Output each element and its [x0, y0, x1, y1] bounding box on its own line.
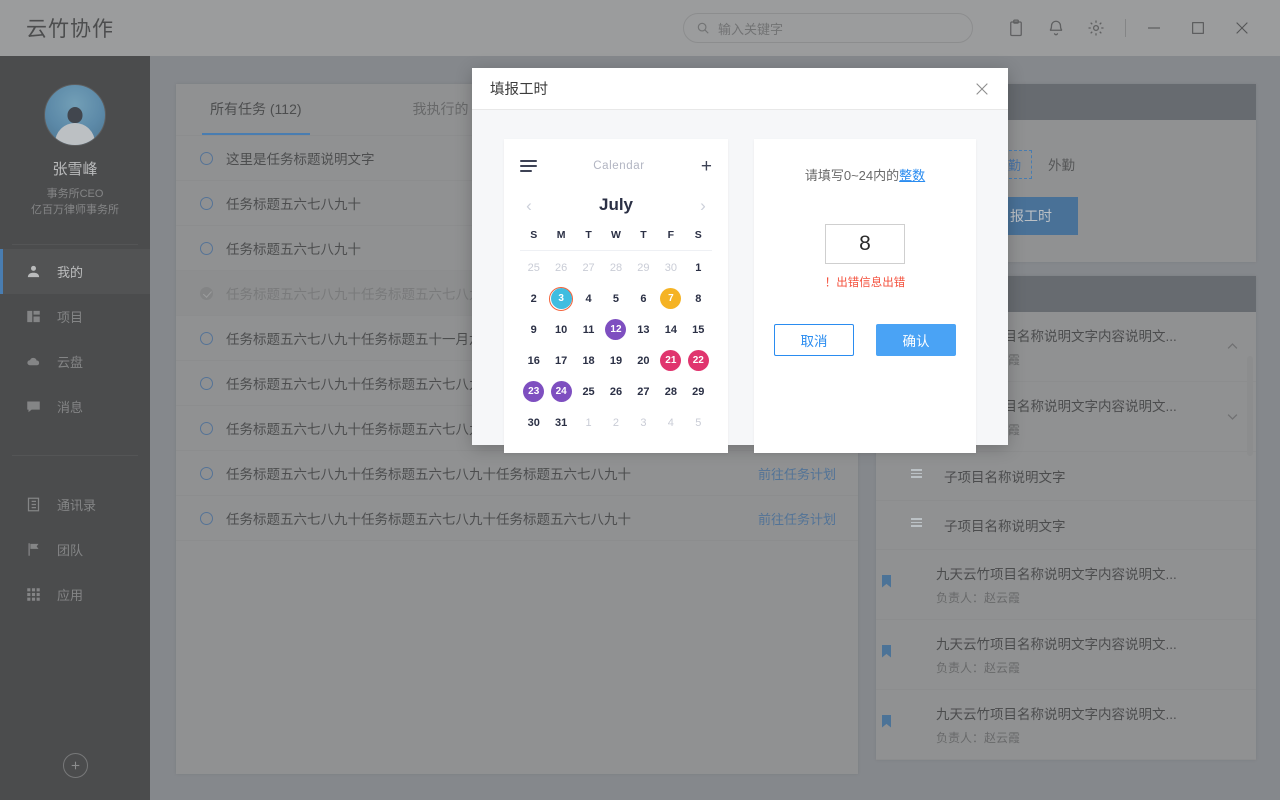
modal-header: 填报工时 — [472, 68, 1008, 110]
calendar-day-marker: 7 — [660, 288, 682, 309]
calendar-app-label: Calendar — [593, 160, 645, 172]
calendar-dow: F — [657, 229, 685, 251]
calendar-day[interactable]: 20 — [630, 346, 657, 375]
calendar-day[interactable]: 30 — [657, 253, 684, 282]
plus-icon[interactable]: + — [701, 157, 712, 176]
calendar-day[interactable]: 27 — [575, 253, 602, 282]
calendar-day[interactable]: 12 — [602, 315, 629, 344]
calendar-month-row: ‹ July › — [520, 185, 712, 225]
calendar-day[interactable]: 14 — [657, 315, 684, 344]
calendar-dow: W — [602, 229, 630, 251]
calendar-dow: S — [520, 229, 548, 251]
calendar-day-marker: 12 — [605, 319, 627, 340]
calendar-grid: S M T W T F S 25 26 27 28 29 30 1 2 3 4 5 6 7 8 9 10 11 12 13 14 15… — [520, 229, 712, 437]
calendar-day[interactable]: 18 — [575, 346, 602, 375]
calendar-day[interactable]: 3 — [630, 408, 657, 437]
calendar-day[interactable]: 17 — [547, 346, 574, 375]
calendar-day[interactable]: 4 — [657, 408, 684, 437]
calendar-day[interactable]: 29 — [685, 377, 712, 406]
chevron-left-icon[interactable]: ‹ — [520, 197, 538, 214]
calendar-day[interactable]: 1 — [685, 253, 712, 282]
chevron-right-icon[interactable]: › — [694, 197, 712, 214]
calendar-day[interactable]: 10 — [547, 315, 574, 344]
confirm-button[interactable]: 确认 — [876, 324, 956, 356]
modal-body: Calendar + ‹ July › S M T W T F S 25 26 27 28 29 30 1… — [472, 110, 1008, 482]
calendar-day[interactable]: 25 — [575, 377, 602, 406]
calendar-day[interactable]: 30 — [520, 408, 547, 437]
calendar-day[interactable]: 31 — [547, 408, 574, 437]
calendar-month-label: July — [598, 195, 634, 214]
calendar-day[interactable]: 7 — [657, 284, 684, 313]
hamburger-icon[interactable] — [520, 160, 537, 172]
calendar-dow: M — [547, 229, 575, 251]
calendar-day[interactable]: 16 — [520, 346, 547, 375]
calendar-day[interactable]: 9 — [520, 315, 547, 344]
calendar-day[interactable]: 21 — [657, 346, 684, 375]
calendar-day[interactable]: 25 — [520, 253, 547, 282]
calendar-day[interactable]: 5 — [685, 408, 712, 437]
close-icon[interactable] — [974, 81, 990, 97]
hours-hint-link[interactable]: 整数 — [899, 168, 925, 183]
calendar-day[interactable]: 23 — [520, 377, 547, 406]
calendar-dow: T — [574, 229, 603, 251]
calendar-day[interactable]: 29 — [630, 253, 657, 282]
calendar-day[interactable]: 19 — [602, 346, 629, 375]
calendar-widget: Calendar + ‹ July › S M T W T F S 25 26 27 28 29 30 1… — [504, 139, 728, 453]
calendar-day[interactable]: 4 — [575, 284, 602, 313]
calendar-day-ring — [549, 286, 574, 311]
calendar-day[interactable]: 27 — [630, 377, 657, 406]
report-hours-modal: 填报工时 Calendar + ‹ July › S M T W T F S 25 26 27 28… — [472, 68, 1008, 453]
calendar-day[interactable]: 28 — [602, 253, 629, 282]
calendar-day-marker: 22 — [687, 350, 709, 371]
hours-error-message: ！出错信息出错 — [824, 277, 906, 289]
calendar-day[interactable]: 24 — [547, 377, 574, 406]
calendar-day[interactable]: 6 — [630, 284, 657, 313]
calendar-day[interactable]: 3 — [547, 284, 574, 313]
calendar-day[interactable]: 13 — [630, 315, 657, 344]
calendar-day[interactable]: 26 — [547, 253, 574, 282]
calendar-day[interactable]: 11 — [575, 315, 602, 344]
calendar-day-marker: 21 — [660, 350, 682, 371]
calendar-day[interactable]: 26 — [602, 377, 629, 406]
calendar-day[interactable]: 8 — [685, 284, 712, 313]
hours-hint: 请填写0~24内的整数 — [805, 165, 925, 184]
calendar-day[interactable]: 15 — [685, 315, 712, 344]
calendar-dow: S — [684, 229, 712, 251]
hours-input[interactable]: 8 — [825, 224, 905, 264]
calendar-day-marker: 24 — [550, 381, 572, 402]
hours-hint-prefix: 请填写0~24内的 — [804, 168, 900, 183]
modal-actions: 取消 确认 — [774, 324, 956, 356]
calendar-dow: T — [629, 229, 658, 251]
calendar-day-marker: 23 — [523, 381, 545, 402]
calendar-day[interactable]: 1 — [575, 408, 602, 437]
calendar-day[interactable]: 2 — [520, 284, 547, 313]
calendar-toolbar: Calendar + — [520, 153, 712, 179]
calendar-day[interactable]: 2 — [602, 408, 629, 437]
calendar-day[interactable]: 28 — [657, 377, 684, 406]
cancel-button[interactable]: 取消 — [774, 324, 854, 356]
calendar-day[interactable]: 22 — [685, 346, 712, 375]
hours-panel: 请填写0~24内的整数 8 ！出错信息出错 取消 确认 — [754, 139, 976, 453]
calendar-day[interactable]: 5 — [602, 284, 629, 313]
modal-title: 填报工时 — [490, 82, 548, 98]
